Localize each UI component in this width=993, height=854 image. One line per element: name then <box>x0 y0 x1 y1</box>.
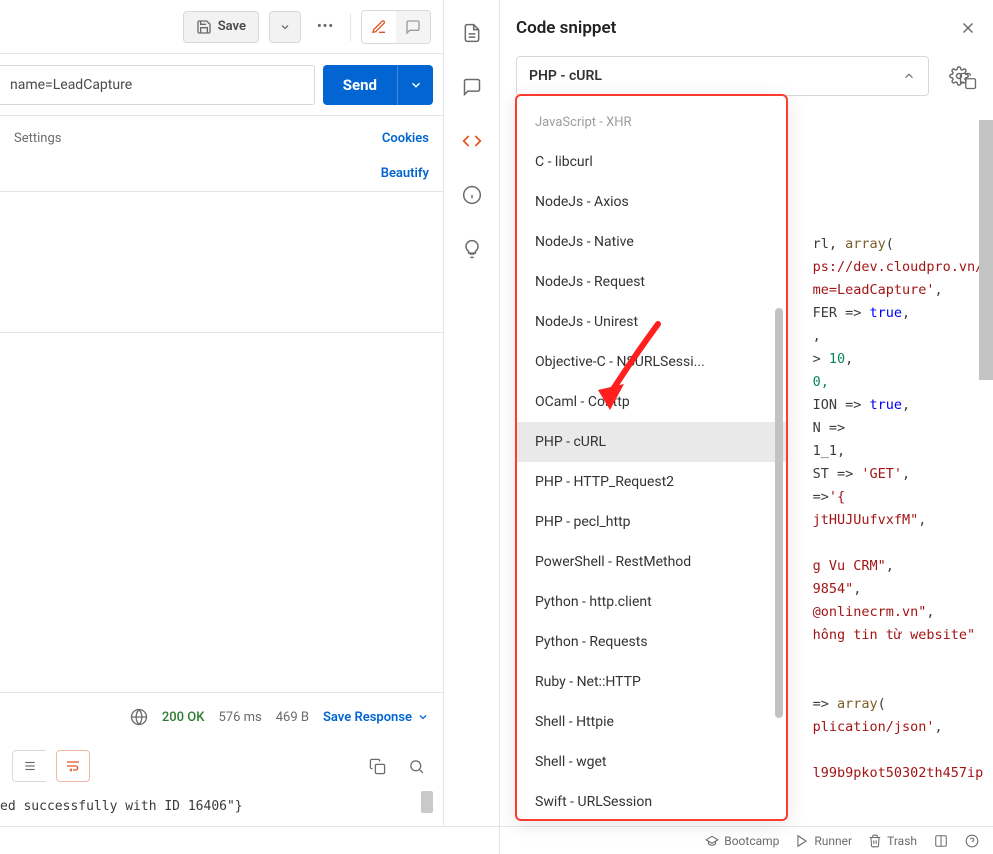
trash-label: Trash <box>887 834 917 848</box>
response-scrollbar[interactable] <box>421 791 433 813</box>
url-row: name=LeadCapture Send <box>0 54 443 116</box>
editor-divider <box>0 332 443 333</box>
beautify-row: Beautify <box>0 160 443 191</box>
pencil-icon <box>371 19 387 35</box>
language-option[interactable]: Shell - wget <box>517 742 786 782</box>
response-meta: 200 OK 576 ms 469 B Save Response <box>0 693 443 741</box>
url-input[interactable]: name=LeadCapture <box>0 65 315 105</box>
language-option[interactable]: NodeJs - Unirest <box>517 302 786 342</box>
top-toolbar: Save ••• <box>0 0 443 54</box>
language-option[interactable]: NodeJs - Axios <box>517 182 786 222</box>
snippet-header: Code snippet <box>500 0 993 56</box>
chevron-up-icon <box>902 69 916 83</box>
save-icon <box>196 19 212 35</box>
comments-icon[interactable] <box>461 76 483 98</box>
save-label: Save <box>218 19 246 34</box>
language-list: JavaScript - XHRC - libcurlNodeJs - Axio… <box>517 102 786 819</box>
close-icon[interactable] <box>959 19 977 37</box>
language-option[interactable]: PHP - HTTP_Request2 <box>517 462 786 502</box>
snippet-title: Code snippet <box>516 18 616 38</box>
body-editor[interactable] <box>0 191 443 693</box>
language-option[interactable]: Shell - Httpie <box>517 702 786 742</box>
language-option[interactable]: Python - Requests <box>517 622 786 662</box>
documentation-icon[interactable] <box>461 22 483 44</box>
runner-label: Runner <box>814 834 852 848</box>
globe-icon[interactable] <box>130 708 148 726</box>
wrap-toggle[interactable] <box>56 750 90 782</box>
save-response-label: Save Response <box>323 710 412 725</box>
chevron-down-icon <box>279 21 291 33</box>
language-option[interactable]: NodeJs - Native <box>517 222 786 262</box>
response-view-toggle[interactable] <box>12 750 46 782</box>
response-body[interactable]: ed successfully with ID 16406"} <box>0 791 443 826</box>
cookies-link[interactable]: Cookies <box>382 131 429 146</box>
search-response-button[interactable] <box>402 752 431 781</box>
language-option[interactable]: Python - http.client <box>517 582 786 622</box>
side-rail <box>444 0 500 854</box>
language-select[interactable]: PHP - cURL <box>516 56 929 96</box>
language-option[interactable]: Swift - URLSession <box>517 782 786 819</box>
copy-code-button[interactable] <box>959 72 977 90</box>
language-option[interactable]: JavaScript - XHR <box>517 102 786 142</box>
language-option[interactable]: NodeJs - Request <box>517 262 786 302</box>
response-time: 576 ms <box>218 710 261 725</box>
response-body-text: ed successfully with ID 16406"} <box>0 799 243 814</box>
bootcamp-label: Bootcamp <box>724 834 779 848</box>
bootcamp-button[interactable]: Bootcamp <box>705 834 779 848</box>
info-icon[interactable] <box>461 184 483 206</box>
request-tabs: Settings Cookies <box>0 116 443 160</box>
lightbulb-icon[interactable] <box>461 238 483 260</box>
status-code: 200 OK <box>162 710 205 725</box>
trash-button[interactable]: Trash <box>868 834 917 848</box>
send-more-button[interactable] <box>397 65 433 105</box>
language-option[interactable]: OCaml - Cohttp <box>517 382 786 422</box>
layout-toggle-button[interactable] <box>933 834 949 848</box>
response-controls <box>0 741 443 791</box>
beautify-button[interactable]: Beautify <box>381 166 429 181</box>
language-option[interactable]: PowerShell - RestMethod <box>517 542 786 582</box>
copy-response-button[interactable] <box>363 752 392 781</box>
language-option[interactable]: PHP - cURL <box>517 422 786 462</box>
more-options-button[interactable]: ••• <box>311 19 340 34</box>
request-panel: Save ••• <box>0 0 444 826</box>
send-button[interactable]: Send <box>323 65 433 105</box>
save-response-button[interactable]: Save Response <box>323 710 429 725</box>
code-snippet-icon[interactable] <box>461 130 483 152</box>
language-option[interactable]: PHP - pecl_http <box>517 502 786 542</box>
language-dropdown: JavaScript - XHRC - libcurlNodeJs - Axio… <box>515 94 788 821</box>
language-option[interactable]: Objective-C - NSURLSessi... <box>517 342 786 382</box>
language-option[interactable]: C - libcurl <box>517 142 786 182</box>
comment-icon <box>405 19 421 35</box>
language-option[interactable]: Ruby - Net::HTTP <box>517 662 786 702</box>
editor-mode-toggle <box>361 10 431 44</box>
code-scrollbar[interactable] <box>979 120 993 380</box>
url-value: name=LeadCapture <box>10 77 132 93</box>
tab-settings[interactable]: Settings <box>14 131 61 146</box>
send-label: Send <box>323 76 397 94</box>
help-button[interactable] <box>965 834 979 848</box>
response-size: 469 B <box>276 710 309 725</box>
chevron-down-icon <box>409 78 423 92</box>
dropdown-scrollbar[interactable] <box>775 308 783 718</box>
comment-mode-button[interactable] <box>396 11 430 43</box>
save-button[interactable]: Save <box>183 11 259 43</box>
status-bar: Bootcamp Runner Trash <box>0 826 993 854</box>
edit-mode-button[interactable] <box>362 11 396 43</box>
language-selected: PHP - cURL <box>529 68 602 84</box>
runner-button[interactable]: Runner <box>795 834 852 848</box>
toolbar-divider <box>350 13 351 41</box>
save-more-button[interactable] <box>269 11 301 43</box>
